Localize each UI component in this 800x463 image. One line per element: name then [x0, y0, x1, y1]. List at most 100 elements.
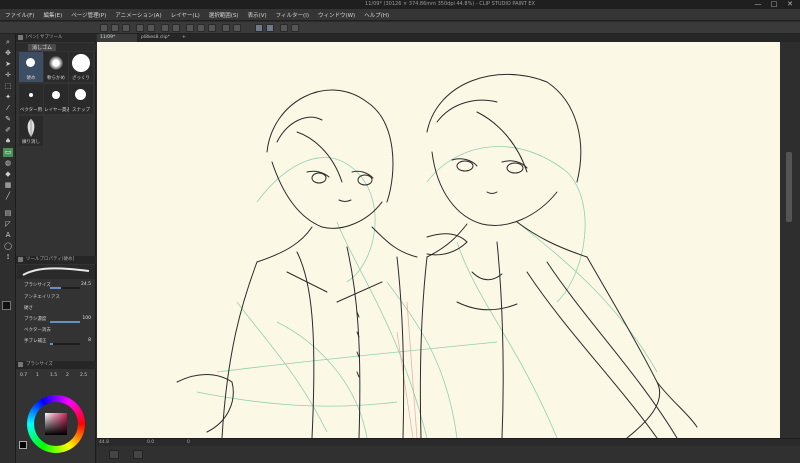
text-tool-icon[interactable]: A [3, 231, 13, 240]
brush-kneaded[interactable]: 練り消し [19, 116, 43, 146]
brush-size-slider[interactable] [50, 287, 80, 289]
menu-view[interactable]: 表示(V) [246, 11, 274, 19]
main-color-swatch[interactable] [2, 301, 11, 310]
fill-tool-icon[interactable]: ◆ [3, 170, 13, 179]
perspective-button[interactable] [291, 24, 299, 32]
subtool-group-tab[interactable]: 消しゴム [28, 44, 57, 51]
angle-readout[interactable]: 0.0 [147, 440, 154, 445]
stroke-preview-graphic [22, 267, 90, 276]
crop-button[interactable] [222, 24, 230, 32]
fill-button[interactable] [208, 24, 216, 32]
bottom-bar [97, 446, 800, 463]
brush-soft[interactable]: 軟らかめ [44, 52, 68, 82]
page-prev-button[interactable] [109, 450, 119, 459]
new-file-button[interactable] [100, 24, 108, 32]
title-bar: 11/09* (30126 × 374.86mm 350dpi 44.8%) -… [0, 0, 800, 9]
artwork [176, 73, 698, 438]
sketch-layer [196, 146, 658, 438]
menu-page[interactable]: ページ管理(P) [69, 11, 113, 19]
brush-snap-preview [75, 89, 86, 100]
snap-button[interactable] [233, 24, 241, 32]
brush-density-slider[interactable] [50, 321, 80, 323]
menu-help[interactable]: ヘルプ(H) [362, 11, 396, 19]
auto-select-icon[interactable]: ✦ [3, 93, 13, 102]
close-button[interactable]: ✕ [784, 0, 796, 9]
foreground-color-chip[interactable] [19, 441, 27, 449]
layer-move-icon[interactable]: ✛ [3, 71, 13, 80]
prop-vector-erase[interactable]: ベクター消去 [20, 327, 94, 335]
size-preset[interactable]: 1 [36, 373, 39, 378]
tab-document[interactable]: pl8kes8.clip* [138, 34, 178, 42]
prop-brush-size[interactable]: ブラシサイズ 24.5 [20, 282, 94, 290]
menu-selection[interactable]: 選択範囲(S) [207, 11, 246, 19]
panel-menu-icon[interactable] [18, 35, 23, 40]
menu-layer[interactable]: レイヤー(L) [169, 11, 207, 19]
pencil-tool-icon[interactable]: ✐ [3, 126, 13, 135]
brush-vector-preview [29, 93, 33, 97]
invert-selection-button[interactable] [197, 24, 205, 32]
redo-button[interactable] [147, 24, 155, 32]
scrollbar-thumb[interactable] [786, 152, 792, 222]
lineart-left-character [176, 89, 418, 438]
brush-rough-preview [72, 54, 90, 72]
brush-hard[interactable]: 硬め [19, 52, 43, 82]
construction-layer [396, 301, 418, 438]
clear-button[interactable] [161, 24, 169, 32]
brush-vector[interactable]: ベクター用 [19, 84, 43, 114]
transform-button[interactable] [172, 24, 180, 32]
snap-grid-button[interactable] [266, 24, 274, 32]
undo-button[interactable] [136, 24, 144, 32]
prop-hardness[interactable]: 硬さ [20, 305, 94, 313]
stabilization-slider[interactable] [50, 343, 80, 345]
brush-tool-icon[interactable]: ♠ [3, 137, 13, 146]
minimize-button[interactable]: — [752, 0, 764, 9]
menu-file[interactable]: ファイル(F) [4, 11, 41, 19]
menu-animation[interactable]: アニメーション(A) [113, 11, 168, 19]
canvas[interactable] [97, 42, 780, 438]
eraser-tool-icon[interactable]: ▭ [3, 148, 13, 157]
prop-stabilization[interactable]: 手ブレ補正 8 [20, 338, 94, 346]
gradient-tool-icon[interactable]: ▦ [3, 181, 13, 190]
deselect-button[interactable] [186, 24, 194, 32]
blend-tool-icon[interactable]: ◍ [3, 159, 13, 168]
pen-tool-icon[interactable]: ✎ [3, 115, 13, 124]
eyedropper-icon[interactable]: ⁄ [3, 104, 13, 113]
size-preset[interactable]: 1.5 [50, 373, 57, 378]
zoom-tool-icon[interactable]: ⌕ [3, 38, 13, 47]
brush-snap[interactable]: スナップ [69, 84, 93, 114]
selection-tool-icon[interactable]: ⬚ [3, 82, 13, 91]
figure-tool-icon[interactable]: ╱ [3, 192, 13, 201]
position-readout[interactable]: 0 [187, 440, 190, 445]
open-button[interactable] [111, 24, 119, 32]
menu-window[interactable]: ウィンドウ(W) [316, 11, 362, 19]
correct-line-icon[interactable]: ⟟ [3, 253, 13, 262]
balloon-tool-icon[interactable]: ◯ [3, 242, 13, 251]
new-tab-button[interactable]: + [179, 34, 189, 42]
color-wheel[interactable] [27, 395, 85, 453]
color-picker-square[interactable] [45, 413, 67, 435]
brush-rough[interactable]: ざっくり [69, 52, 93, 82]
brush-through-layer[interactable]: レイヤー貫通 [44, 84, 71, 114]
size-preset[interactable]: 0.7 [20, 373, 27, 378]
save-button[interactable] [122, 24, 130, 32]
menu-edit[interactable]: 編集(E) [41, 11, 69, 19]
size-preset[interactable]: 2 [66, 373, 69, 378]
vertical-scrollbar[interactable] [780, 42, 800, 438]
menu-filter[interactable]: フィルター(I) [274, 11, 316, 19]
prop-brush-density[interactable]: ブラシ濃度 100 [20, 316, 94, 324]
operation-tool-icon[interactable]: ➤ [3, 60, 13, 69]
prop-antialias[interactable]: アンチエイリアス [20, 294, 94, 302]
zoom-readout[interactable]: 44.8 [99, 440, 109, 445]
page-next-button[interactable] [133, 450, 143, 459]
move-tool-icon[interactable]: ✥ [3, 49, 13, 58]
snap-ruler-button[interactable] [255, 24, 263, 32]
size-preset[interactable]: 2.5 [80, 373, 87, 378]
subtool-group-bar: 消しゴム [16, 43, 96, 51]
status-bar: 44.8 0.0 0 [97, 438, 800, 446]
special-ruler-button[interactable] [280, 24, 288, 32]
tab-document-active[interactable]: 11/09* [97, 34, 137, 42]
frame-tool-icon[interactable]: ▤ [3, 209, 13, 218]
maximize-button[interactable]: □ [768, 0, 780, 9]
document-tab-bar: 11/09* pl8kes8.clip* + [97, 34, 800, 42]
ruler-tool-icon[interactable]: ◸ [3, 220, 13, 229]
